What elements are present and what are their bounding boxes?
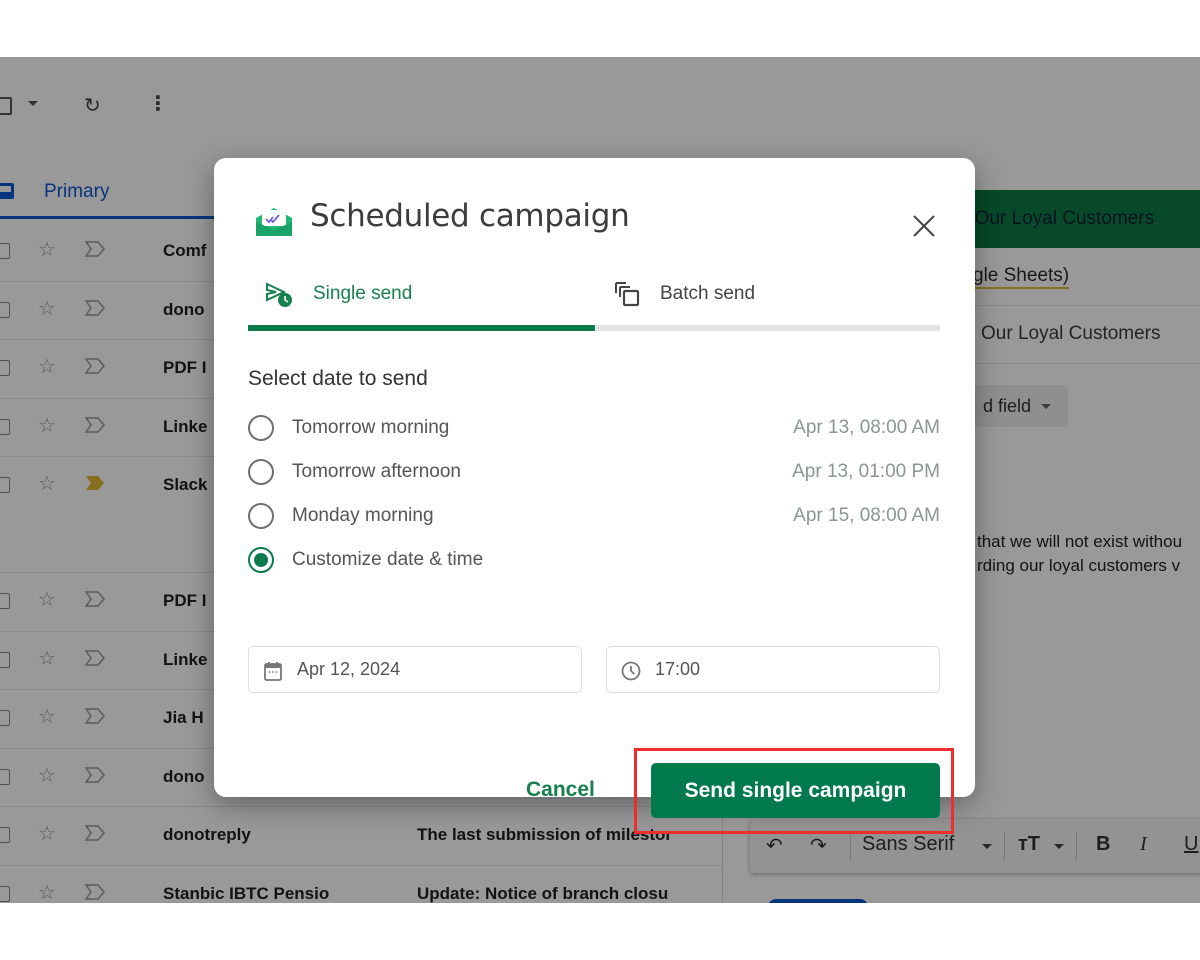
time-value: 17:00 [655,659,701,679]
tab-single-send-label: Single send [313,283,413,304]
radio-button[interactable] [248,415,274,441]
mail-merge-logo-icon [256,208,292,236]
radio-button[interactable] [248,503,274,529]
calendar-icon [264,662,282,681]
scheduled-send-icon [266,282,292,307]
radio-button[interactable] [248,459,274,485]
option-label: Monday morning [292,505,434,526]
option-label: Customize date & time [292,549,484,570]
option-tomorrow-afternoon[interactable]: Tomorrow afternoon Apr 13, 01:00 PM [248,455,940,489]
option-date: Apr 13, 01:00 PM [792,461,940,482]
option-label: Tomorrow morning [292,417,450,438]
dialog-title: Scheduled campaign [310,198,630,234]
close-icon[interactable] [908,210,940,242]
screenshot-area: ↻ ⋮ Primary ☆ Comf ☆ dono ☆ PDF I ☆ Link… [0,57,1200,903]
option-date: Apr 13, 08:00 AM [793,417,940,438]
send-single-campaign-button[interactable]: Send single campaign [651,763,940,818]
radio-button-checked[interactable] [248,547,274,573]
option-tomorrow-morning[interactable]: Tomorrow morning Apr 13, 08:00 AM [248,411,940,445]
send-mode-tabs: Single send Batch send [248,266,940,332]
cancel-button[interactable]: Cancel [526,778,595,802]
option-customize-date-time[interactable]: Customize date & time [248,543,940,577]
copy-stack-icon [615,282,640,307]
active-tab-indicator [248,325,595,331]
time-input[interactable]: 17:00 [606,646,940,693]
option-label: Tomorrow afternoon [292,461,461,482]
tab-single-send[interactable]: Single send [248,266,595,332]
tab-batch-send-label: Batch send [660,283,756,304]
clock-icon [621,661,641,681]
date-value: Apr 12, 2024 [297,659,401,679]
option-date: Apr 15, 08:00 AM [793,505,940,526]
tab-batch-send[interactable]: Batch send [595,266,940,332]
option-monday-morning[interactable]: Monday morning Apr 15, 08:00 AM [248,499,940,533]
date-input[interactable]: Apr 12, 2024 [248,646,582,693]
scheduled-campaign-dialog: Scheduled campaign Single send Batch sen… [214,158,975,834]
section-title: Select date to send [248,367,428,390]
